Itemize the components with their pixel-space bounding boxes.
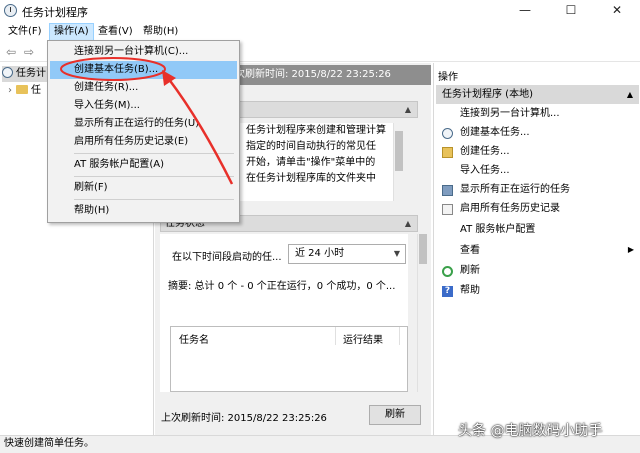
menu-item-create-task[interactable]: 创建任务(R)...	[50, 79, 237, 97]
task-icon	[442, 147, 453, 158]
menu-separator	[74, 176, 234, 177]
collapse-chevron-icon[interactable]: ▲	[405, 102, 411, 117]
status-scrollbar[interactable]	[417, 234, 427, 392]
collapse-chevron-icon[interactable]: ▲	[405, 216, 411, 231]
back-arrow-icon[interactable]: ⇦	[4, 45, 18, 59]
action-view[interactable]: 查看	[460, 243, 480, 259]
submenu-arrow-icon: ▶	[627, 245, 634, 254]
column-divider	[335, 327, 336, 345]
collapse-chevron-icon[interactable]: ▲	[627, 85, 633, 104]
column-header-task-name[interactable]: 任务名	[179, 331, 209, 346]
menu-item-enable-history[interactable]: 启用所有任务历史记录(E)	[50, 133, 237, 151]
refresh-button[interactable]: 刷新	[369, 405, 421, 425]
tree-root-label: 任务计	[16, 68, 46, 79]
scrollbar-thumb[interactable]	[419, 234, 427, 264]
action-enable-history[interactable]: 启用所有任务历史记录	[460, 201, 560, 217]
column-header-run-result[interactable]: 运行结果	[343, 331, 383, 346]
action-show-running[interactable]: 显示所有正在运行的任务	[460, 182, 570, 198]
column-divider	[399, 327, 400, 345]
close-button[interactable]: ✕	[594, 0, 640, 22]
running-tasks-icon	[442, 185, 453, 196]
menu-separator	[74, 199, 234, 200]
menu-item-refresh[interactable]: 刷新(F)	[50, 179, 237, 197]
actions-pane: 操作 任务计划程序 (本地) ▲ 连接到另一台计算机... 创建基本任务... …	[433, 63, 640, 435]
action-refresh[interactable]: 刷新	[460, 263, 480, 279]
history-icon	[442, 204, 453, 215]
menu-file[interactable]: 文件(F)	[4, 23, 46, 41]
action-create-basic-task[interactable]: 创建基本任务...	[460, 125, 530, 141]
menu-action[interactable]: 操作(A)	[49, 23, 94, 41]
actions-subheader-label: 任务计划程序 (本地)	[442, 89, 533, 100]
task-status-panel: 在以下时间段启动的任... 近 24 小时 ▼ 摘要: 总计 0 个 - 0 个…	[160, 234, 408, 392]
window-title: 任务计划程序	[22, 6, 88, 19]
last-refresh-text: 上次刷新时间: 2015/8/22 23:25:26	[161, 413, 327, 424]
expand-arrow-icon[interactable]: ›	[8, 85, 12, 96]
clock-icon	[2, 67, 13, 78]
maximize-button[interactable]: ☐	[548, 0, 594, 22]
action-import-task[interactable]: 导入任务...	[460, 163, 510, 179]
menu-item-import-task[interactable]: 导入任务(M)...	[50, 97, 237, 115]
action-create-task[interactable]: 创建任务...	[460, 144, 510, 160]
action-at-service[interactable]: AT 服务帐户配置	[460, 222, 535, 238]
title-bar: 任务计划程序 — ☐ ✕	[0, 0, 640, 22]
clock-icon	[442, 128, 453, 139]
action-help[interactable]: 帮助	[460, 283, 480, 299]
actions-subheader[interactable]: 任务计划程序 (本地) ▲	[436, 85, 639, 104]
filter-label: 在以下时间段启动的任...	[172, 252, 282, 263]
menu-item-create-basic-task[interactable]: 创建基本任务(B)...	[50, 61, 237, 79]
menu-bar: 文件(F) 操作(A) 查看(V) 帮助(H)	[0, 22, 640, 42]
chevron-down-icon: ▼	[393, 249, 400, 258]
tree-child-label: 任	[31, 85, 41, 96]
forward-arrow-icon[interactable]: ⇨	[22, 45, 36, 59]
action-connect[interactable]: 连接到另一台计算机...	[460, 106, 560, 122]
folder-icon	[16, 85, 28, 94]
time-range-select[interactable]: 近 24 小时 ▼	[288, 244, 406, 264]
overview-line: 在任务计划程序库的文件夹中	[246, 173, 376, 184]
help-icon: ?	[442, 286, 453, 297]
scrollbar-thumb[interactable]	[395, 131, 403, 171]
menu-help[interactable]: 帮助(H)	[139, 23, 182, 41]
minimize-button[interactable]: —	[502, 0, 548, 22]
menu-item-show-running[interactable]: 显示所有正在运行的任务(U)	[50, 115, 237, 133]
menu-separator	[74, 153, 234, 154]
menu-view[interactable]: 查看(V)	[94, 23, 137, 41]
overview-line: 指定的时间自动执行的常见任	[246, 141, 376, 152]
refresh-icon	[442, 266, 453, 277]
menu-item-connect[interactable]: 连接到另一台计算机(C)...	[50, 43, 237, 61]
overview-scrollbar[interactable]	[393, 123, 403, 201]
watermark: 头条 @电脑数码小助手	[458, 423, 603, 439]
summary-text: 摘要: 总计 0 个 - 0 个正在运行，0 个成功，0 个...	[168, 281, 396, 292]
actions-title: 操作	[438, 72, 458, 83]
overview-line: 开始，请单击"操作"菜单中的	[246, 157, 376, 168]
overview-line: 任务计划程序来创建和管理计算	[246, 125, 386, 136]
clock-icon	[4, 4, 17, 17]
task-scheduler-window: 任务计划程序 — ☐ ✕ 文件(F) 操作(A) 查看(V) 帮助(H) ⇦ ⇨…	[0, 0, 640, 453]
pane-footer: 上次刷新时间: 2015/8/22 23:25:26 刷新	[155, 399, 431, 435]
task-status-table: 任务名 运行结果	[170, 326, 408, 392]
menu-item-at-service[interactable]: AT 服务帐户配置(A)	[50, 156, 237, 174]
time-range-value: 近 24 小时	[295, 248, 345, 259]
menu-item-help[interactable]: 帮助(H)	[50, 202, 237, 220]
action-menu-dropdown: 连接到另一台计算机(C)... 创建基本任务(B)... 创建任务(R)... …	[47, 40, 240, 223]
tree-item-library[interactable]: › 任	[8, 83, 41, 99]
